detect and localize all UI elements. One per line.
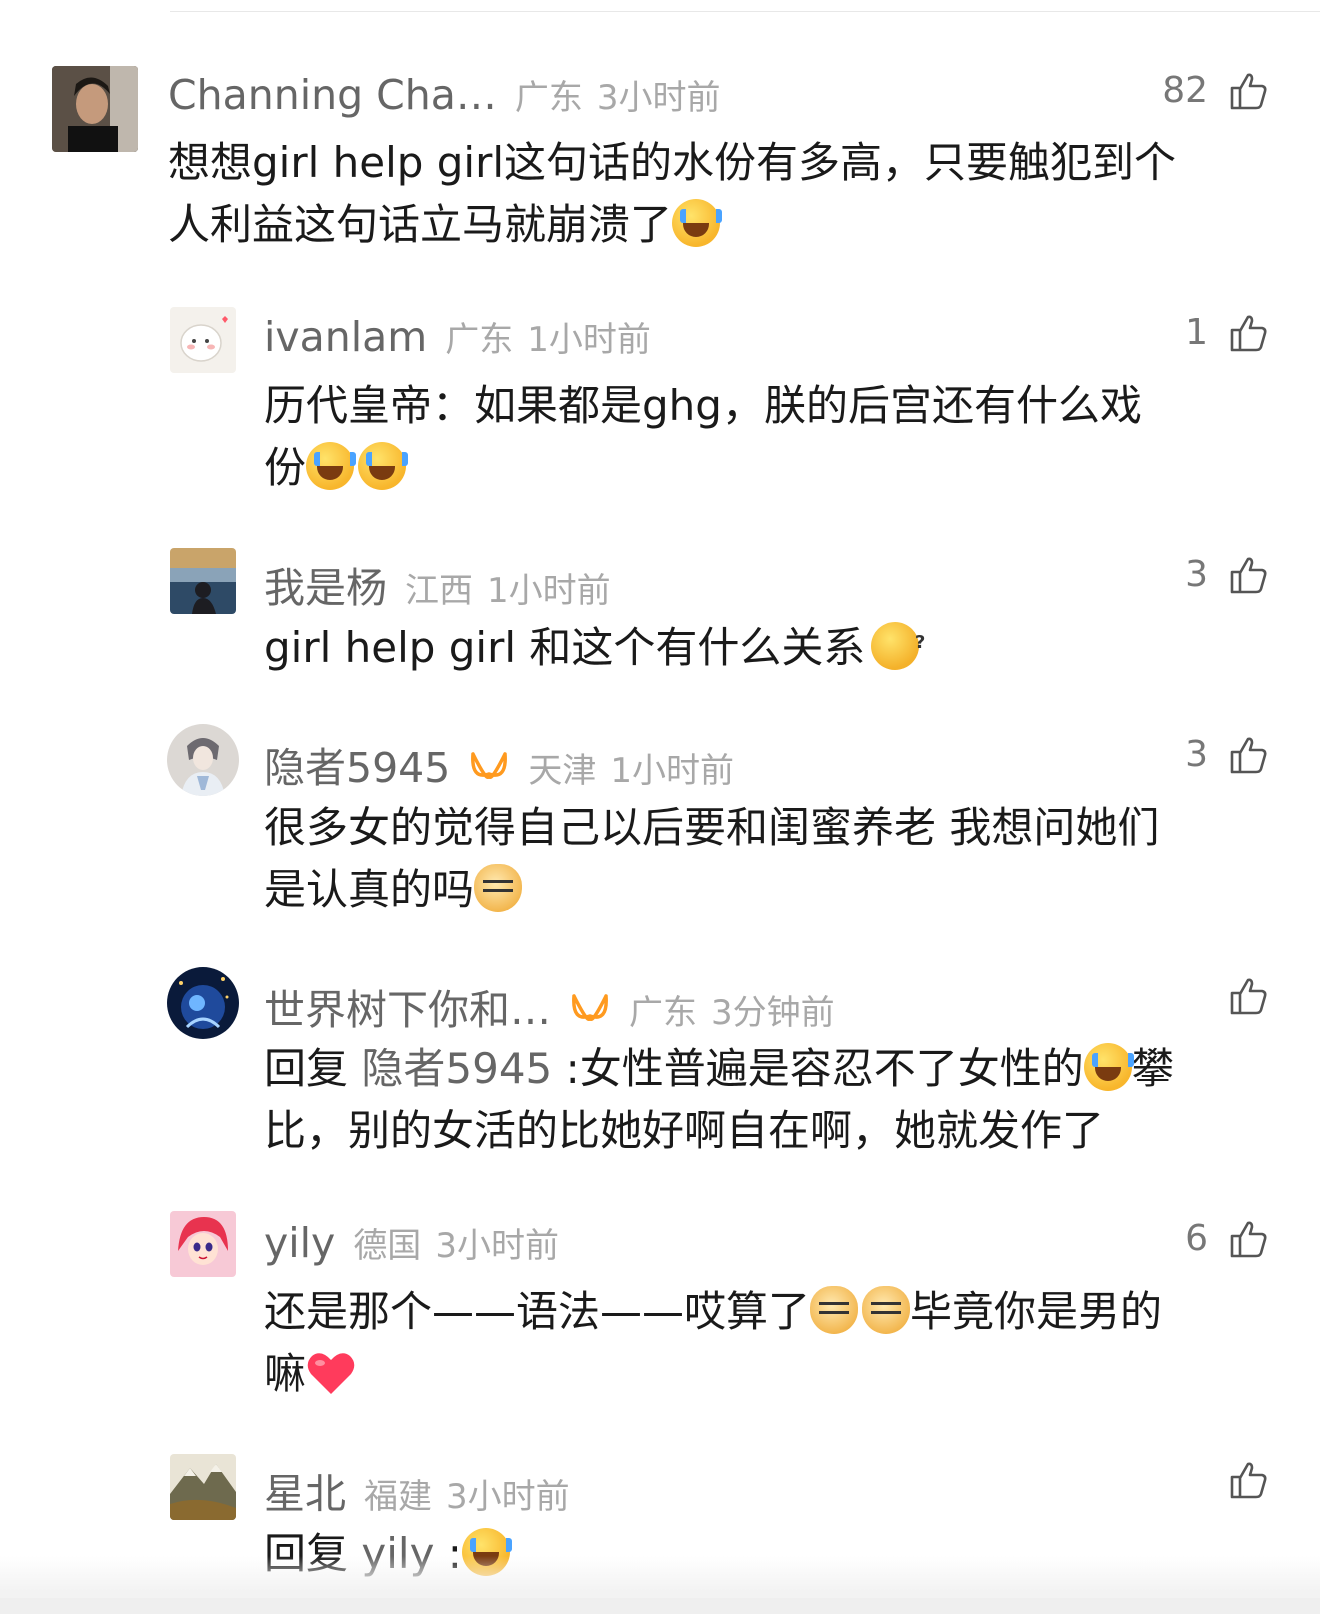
comment-meta: 星北 福建 3小时前 bbox=[264, 1460, 570, 1520]
like-count: 82 bbox=[1162, 70, 1208, 111]
avatar[interactable] bbox=[170, 1454, 236, 1520]
avatar[interactable] bbox=[167, 724, 239, 796]
comment-meta: yily 德国 3小时前 bbox=[264, 1218, 559, 1267]
avatar[interactable] bbox=[170, 548, 236, 614]
location: 广东 bbox=[514, 78, 583, 118]
comment-line: 份 bbox=[264, 443, 307, 492]
reply-target-username[interactable]: 隐者5945 bbox=[361, 1044, 552, 1093]
comment-text: girl help girl 和这个有什么关系 bbox=[264, 612, 1320, 679]
comment-line: 嘛 bbox=[264, 1349, 307, 1398]
comment-line: 毕竟你是男的 bbox=[910, 1287, 1163, 1336]
location: 天津 bbox=[528, 751, 597, 791]
thumbs-up-icon[interactable] bbox=[1228, 1219, 1268, 1259]
like-count: 3 bbox=[1185, 554, 1208, 595]
comment-meta: 我是杨 江西 1小时前 bbox=[264, 554, 611, 614]
comment-line: 是认真的吗 bbox=[264, 865, 475, 914]
username[interactable]: ivanlam bbox=[264, 313, 427, 361]
comment-line: 想想girl help girl这句话的水份有多高，只要触犯到个 bbox=[168, 138, 1177, 187]
location: 福建 bbox=[364, 1477, 432, 1517]
username[interactable]: yily bbox=[264, 1219, 335, 1267]
laugh-cry-emoji-icon bbox=[672, 199, 723, 247]
comment-meta: 隐者5945 天津 1小时前 bbox=[264, 734, 734, 794]
comment-text: 很多女的觉得自己以后要和闺蜜养老 我想问她们 是认真的吗 bbox=[264, 797, 1320, 921]
location: 广东 bbox=[445, 320, 514, 360]
doge-emoji-icon bbox=[862, 1286, 911, 1334]
location: 德国 bbox=[353, 1226, 422, 1266]
timestamp: 3分钟前 bbox=[711, 993, 835, 1033]
like-button[interactable]: 3 bbox=[1185, 554, 1268, 595]
vip-badge-icon bbox=[468, 750, 510, 791]
comment-line: :女性普遍是容忍不了女性的 bbox=[565, 1044, 1084, 1093]
reply-label: 回复 bbox=[264, 1044, 349, 1093]
comment-line: 历代皇帝：如果都是ghg，朕的后宫还有什么戏 bbox=[264, 381, 1142, 430]
bottom-edge bbox=[0, 1598, 1320, 1614]
thumbs-up-icon[interactable] bbox=[1228, 735, 1268, 775]
username[interactable]: 隐者5945 bbox=[264, 734, 450, 794]
comment-text: 想想girl help girl这句话的水份有多高，只要触犯到个 人利益这句话立… bbox=[168, 132, 1228, 256]
heart-emoji-icon bbox=[306, 1350, 356, 1396]
thumbs-up-icon[interactable] bbox=[1228, 313, 1268, 353]
comment-text: 回复 隐者5945 :女性普遍是容忍不了女性的攀 比，别的女活的比她好啊自在啊，… bbox=[264, 1038, 1319, 1162]
avatar[interactable] bbox=[167, 967, 239, 1039]
avatar[interactable] bbox=[170, 1211, 236, 1277]
like-count: 6 bbox=[1185, 1218, 1208, 1259]
like-count: 1 bbox=[1185, 312, 1208, 353]
comment-line: 比，别的女活的比她好啊自在啊，她就发作了 bbox=[264, 1106, 1105, 1155]
top-divider bbox=[170, 11, 1320, 12]
timestamp: 1小时前 bbox=[610, 751, 734, 791]
thumbs-up-icon[interactable] bbox=[1228, 976, 1268, 1016]
location: 江西 bbox=[405, 571, 473, 611]
doge-emoji-icon bbox=[810, 1286, 859, 1334]
timestamp: 1小时前 bbox=[527, 320, 651, 360]
thumbs-up-icon[interactable] bbox=[1228, 555, 1268, 595]
thumbs-up-icon[interactable] bbox=[1228, 1460, 1268, 1500]
laugh-cry-emoji-icon bbox=[358, 442, 409, 490]
comment-line: 人利益这句话立马就崩溃了 bbox=[168, 200, 673, 249]
username[interactable]: 星北 bbox=[264, 1460, 346, 1520]
like-button[interactable]: 1 bbox=[1185, 312, 1268, 353]
like-button[interactable] bbox=[1208, 1460, 1268, 1500]
timestamp: 3小时前 bbox=[435, 1226, 559, 1266]
comment-meta: ivanlam 广东 1小时前 bbox=[264, 312, 651, 361]
comment-meta: 世界树下你和… 广东 3分钟前 bbox=[264, 976, 835, 1036]
like-button[interactable]: 6 bbox=[1185, 1218, 1268, 1259]
comment-line: 攀 bbox=[1131, 1044, 1174, 1093]
like-count: 3 bbox=[1185, 734, 1208, 775]
avatar[interactable] bbox=[170, 307, 236, 373]
doge-emoji-icon bbox=[474, 864, 523, 912]
comment-meta: Channing Cha… 广东 3小时前 bbox=[168, 70, 721, 119]
comment-text: 历代皇帝：如果都是ghg，朕的后宫还有什么戏 份 bbox=[264, 375, 1320, 499]
timestamp: 3小时前 bbox=[446, 1477, 570, 1517]
vip-badge-icon bbox=[569, 992, 611, 1033]
comment-text: 还是那个——语法——哎算了 毕竟你是男的 嘛 bbox=[264, 1281, 1319, 1405]
laugh-cry-emoji-icon bbox=[1083, 1043, 1134, 1091]
location: 广东 bbox=[629, 993, 697, 1033]
username[interactable]: Channing Cha… bbox=[168, 71, 497, 119]
username[interactable]: 我是杨 bbox=[264, 554, 387, 614]
comment-line: 还是那个——语法——哎算了 bbox=[264, 1287, 811, 1336]
timestamp: 3小时前 bbox=[596, 78, 721, 118]
like-button[interactable]: 82 bbox=[1162, 70, 1268, 111]
username[interactable]: 世界树下你和… bbox=[264, 976, 551, 1036]
timestamp: 1小时前 bbox=[487, 571, 611, 611]
thumbs-up-icon[interactable] bbox=[1228, 71, 1268, 111]
laugh-cry-emoji-icon bbox=[306, 442, 357, 490]
comment-line: 很多女的觉得自己以后要和闺蜜养老 我想问她们 bbox=[264, 803, 1160, 852]
comment-line: girl help girl 和这个有什么关系 bbox=[264, 623, 866, 672]
like-button[interactable] bbox=[1208, 976, 1268, 1016]
question-face-emoji-icon bbox=[871, 612, 925, 674]
avatar[interactable] bbox=[52, 66, 138, 152]
like-button[interactable]: 3 bbox=[1185, 734, 1268, 775]
